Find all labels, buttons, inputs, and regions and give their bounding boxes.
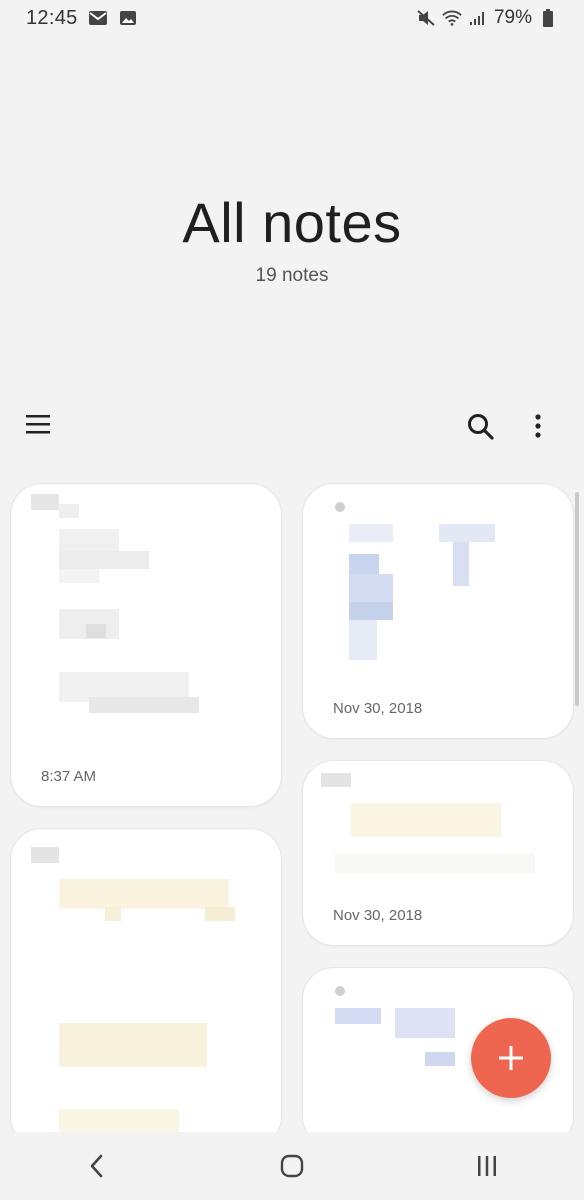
wifi-icon xyxy=(442,9,462,27)
note-preview-blurred xyxy=(31,847,251,1147)
note-indicator-dot xyxy=(335,986,345,996)
note-card[interactable]: 8:37 AM xyxy=(10,483,282,807)
back-button[interactable] xyxy=(73,1142,121,1190)
add-note-button[interactable] xyxy=(471,1018,551,1098)
battery-percent: 79% xyxy=(493,7,532,28)
signal-icon xyxy=(468,9,488,27)
mail-icon xyxy=(88,9,108,27)
page-title: All notes xyxy=(182,191,402,254)
more-options-icon xyxy=(535,414,541,438)
notes-count: 19 notes xyxy=(255,265,329,286)
menu-button[interactable] xyxy=(24,412,56,442)
note-indicator-dot xyxy=(335,502,345,512)
note-card[interactable]: Nov 30, 2018 xyxy=(302,760,574,946)
note-preview-blurred xyxy=(321,773,551,893)
note-date: Nov 30, 2018 xyxy=(333,907,423,924)
image-icon xyxy=(118,9,138,27)
page-header: All notes 19 notes xyxy=(0,190,584,287)
more-options-button[interactable] xyxy=(526,412,550,444)
status-bar: 12:45 79% xyxy=(0,0,584,36)
toolbar xyxy=(0,404,584,450)
battery-icon xyxy=(538,9,558,27)
search-button[interactable] xyxy=(466,412,498,444)
note-preview-blurred xyxy=(31,494,221,734)
scrollbar[interactable] xyxy=(575,492,579,706)
mute-icon xyxy=(416,9,436,27)
home-button[interactable] xyxy=(268,1142,316,1190)
note-date: Nov 30, 2018 xyxy=(333,700,423,717)
search-icon xyxy=(468,414,494,440)
note-card[interactable]: Nov 30, 2018 xyxy=(302,483,574,739)
back-icon xyxy=(91,1154,103,1178)
note-preview-blurred xyxy=(343,514,543,664)
status-time: 12:45 xyxy=(26,6,78,29)
recent-apps-button[interactable] xyxy=(463,1142,511,1190)
menu-icon xyxy=(26,415,50,434)
note-date: 8:37 AM xyxy=(41,768,97,785)
plus-icon xyxy=(499,1046,523,1070)
note-card[interactable] xyxy=(10,828,282,1148)
home-icon xyxy=(280,1154,304,1178)
recent-apps-icon xyxy=(477,1156,496,1176)
navigation-bar xyxy=(0,1132,584,1200)
